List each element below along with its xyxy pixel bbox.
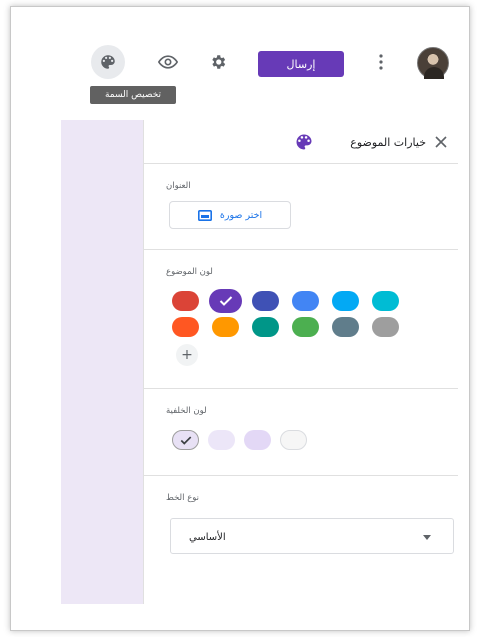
send-button[interactable]: إرسال bbox=[258, 51, 344, 77]
choose-image-button[interactable]: اختر صورة bbox=[169, 201, 291, 229]
check-icon bbox=[219, 296, 232, 306]
theme-color-swatch[interactable] bbox=[332, 317, 359, 337]
form-background bbox=[61, 120, 143, 604]
eye-icon[interactable] bbox=[151, 45, 185, 79]
more-vert-icon[interactable] bbox=[369, 45, 393, 79]
customize-theme-tooltip: تخصيص السمة bbox=[90, 86, 176, 104]
theme-color-swatch[interactable] bbox=[372, 291, 399, 311]
header-section: العنوان اختر صورة bbox=[144, 164, 458, 250]
panel-title: خيارات الموضوع bbox=[350, 135, 426, 149]
gear-icon[interactable] bbox=[201, 45, 235, 79]
background-color-section: لون الخلفية bbox=[144, 389, 458, 476]
background-color-swatch[interactable] bbox=[280, 430, 307, 450]
add-color-button[interactable]: + bbox=[176, 344, 198, 366]
window-frame: إرسال تخصيص السمة خيارات الموضوع العنوان… bbox=[10, 6, 470, 631]
background-color-swatch[interactable] bbox=[244, 430, 271, 450]
background-color-swatch[interactable] bbox=[172, 430, 199, 450]
background-color-label: لون الخلفية bbox=[166, 406, 207, 416]
theme-color-swatch[interactable] bbox=[252, 291, 279, 311]
font-style-section: نوع الخط الأساسي bbox=[144, 476, 458, 604]
image-icon bbox=[197, 209, 212, 221]
font-style-dropdown[interactable]: الأساسي bbox=[170, 518, 454, 554]
plus-icon: + bbox=[181, 347, 193, 363]
choose-image-label: اختر صورة bbox=[219, 209, 263, 221]
theme-color-label: لون الموضوع bbox=[166, 267, 213, 277]
theme-color-swatch[interactable] bbox=[332, 291, 359, 311]
theme-color-swatch[interactable] bbox=[172, 317, 199, 337]
theme-color-swatch[interactable] bbox=[172, 291, 199, 311]
palette-icon[interactable] bbox=[91, 45, 125, 79]
font-style-value: الأساسي bbox=[189, 531, 226, 543]
theme-color-swatch[interactable] bbox=[252, 317, 279, 337]
theme-color-swatch[interactable] bbox=[372, 317, 399, 337]
theme-color-swatch[interactable] bbox=[212, 317, 239, 337]
font-style-label: نوع الخط bbox=[166, 493, 200, 503]
palette-icon bbox=[294, 132, 314, 152]
check-icon bbox=[180, 435, 191, 445]
dropdown-arrow-icon bbox=[423, 535, 431, 540]
close-icon[interactable] bbox=[430, 131, 452, 153]
avatar[interactable] bbox=[417, 47, 449, 79]
theme-color-swatch[interactable] bbox=[292, 291, 319, 311]
theme-color-section: لون الموضوع + bbox=[144, 250, 458, 389]
panel-header: خيارات الموضوع bbox=[144, 120, 458, 164]
background-color-swatch[interactable] bbox=[208, 430, 235, 450]
theme-color-swatch[interactable] bbox=[209, 289, 242, 313]
theme-options-panel: خيارات الموضوع العنوان اختر صورة لون الم… bbox=[143, 120, 458, 604]
header-label: العنوان bbox=[166, 181, 191, 191]
theme-color-swatch[interactable] bbox=[292, 317, 319, 337]
